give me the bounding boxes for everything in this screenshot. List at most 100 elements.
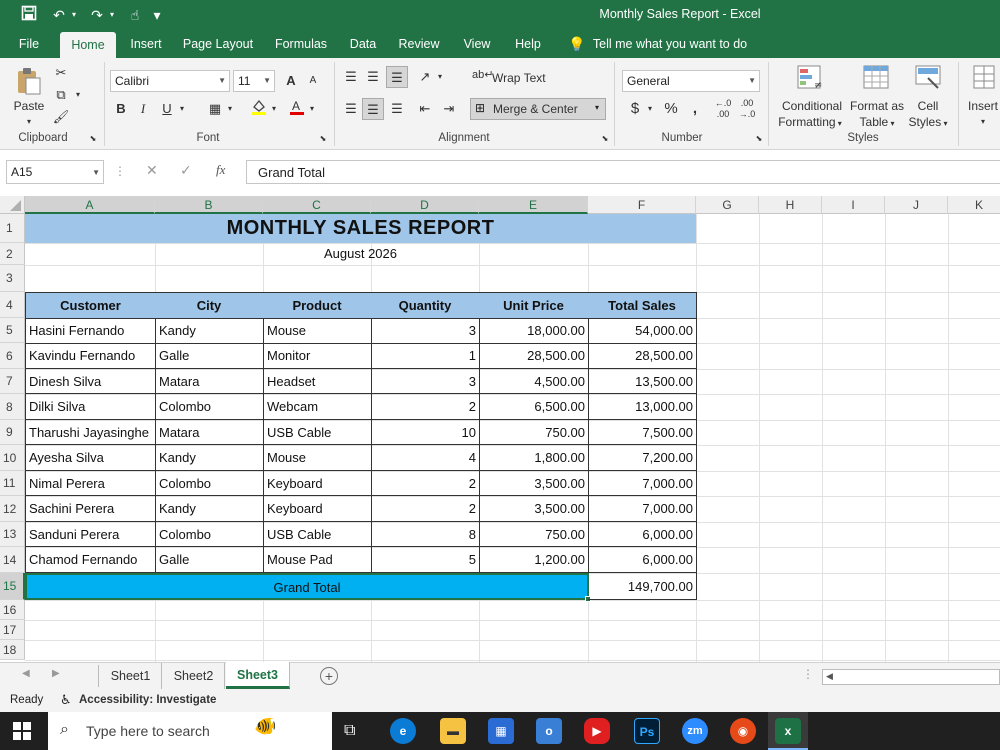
store-icon[interactable]: ▦ <box>488 718 514 744</box>
row-header-9[interactable]: 9 <box>0 420 25 445</box>
tab-formulas[interactable]: Formulas <box>270 30 332 58</box>
windows-start-icon[interactable] <box>13 722 33 742</box>
cell-city[interactable]: Matara <box>155 369 263 394</box>
cell-customer[interactable]: Dilki Silva <box>25 394 155 420</box>
row-header-13[interactable]: 13 <box>0 522 25 547</box>
insert-cells-icon[interactable] <box>972 64 996 92</box>
align-bottom-icon[interactable]: ☰ <box>386 66 408 88</box>
number-format-select[interactable]: General ▼ <box>622 70 760 92</box>
font-name-select[interactable]: Calibri ▼ <box>110 70 230 92</box>
file-explorer-icon[interactable]: ▬ <box>440 718 466 744</box>
task-view-icon[interactable]: ⧉ <box>344 722 355 740</box>
formula-input[interactable]: Grand Total <box>246 160 1000 184</box>
undo-icon[interactable]: ↶ <box>48 5 70 25</box>
cell-total-sales[interactable]: 54,000.00 <box>588 318 697 344</box>
fill-color-dropdown-icon[interactable]: ▾ <box>268 98 280 120</box>
column-header-e[interactable]: E <box>479 196 588 214</box>
grand-total-value[interactable]: 149,700.00 <box>588 573 697 600</box>
column-header-d[interactable]: D <box>371 196 479 214</box>
format-painter-icon[interactable]: 🖌 <box>50 106 72 128</box>
cell-customer[interactable]: Tharushi Jayasinghe <box>25 420 155 445</box>
grow-font-button[interactable]: A <box>280 70 302 92</box>
insert-cells-dropdown-icon[interactable]: ▾ <box>976 114 990 130</box>
cell-quantity[interactable]: 2 <box>371 471 479 496</box>
paste-button[interactable]: Paste <box>8 98 50 114</box>
column-header-c[interactable]: C <box>263 196 371 214</box>
cell-city[interactable]: Kandy <box>155 445 263 471</box>
cell-city[interactable]: Kandy <box>155 318 263 344</box>
cell-customer[interactable]: Chamod Fernando <box>25 547 155 573</box>
cell-total-sales[interactable]: 13,500.00 <box>588 369 697 394</box>
chrome-icon[interactable]: ◉ <box>730 718 756 744</box>
column-header-a[interactable]: A <box>25 196 155 214</box>
column-header-f[interactable]: F <box>588 196 696 214</box>
cell-product[interactable]: Webcam <box>263 394 371 420</box>
row-header-17[interactable]: 17 <box>0 620 25 640</box>
wrap-text-button[interactable]: Wrap Text <box>492 70 552 86</box>
row-header-16[interactable]: 16 <box>0 600 25 620</box>
cell-styles-button-line1[interactable]: Cell <box>906 98 950 114</box>
row-header-7[interactable]: 7 <box>0 369 25 394</box>
cell-product[interactable]: Headset <box>263 369 371 394</box>
row-header-12[interactable]: 12 <box>0 496 25 522</box>
cell-city[interactable]: Colombo <box>155 394 263 420</box>
format-as-table-button-line2[interactable]: Table ▾ <box>848 114 906 132</box>
font-size-select[interactable]: 11 ▼ <box>233 70 275 92</box>
tab-review[interactable]: Review <box>394 30 444 58</box>
cell-unit-price[interactable]: 750.00 <box>479 522 588 547</box>
conditional-formatting-button-line2[interactable]: Formatting ▾ <box>772 114 848 132</box>
cell-quantity[interactable]: 3 <box>371 369 479 394</box>
format-as-table-icon[interactable] <box>862 64 892 92</box>
dialog-launcher-icon[interactable]: ⬊ <box>86 132 100 146</box>
row-header-14[interactable]: 14 <box>0 547 25 573</box>
cell-unit-price[interactable]: 28,500.00 <box>479 343 588 369</box>
report-subtitle[interactable]: August 2026 <box>25 243 696 265</box>
report-title[interactable]: MONTHLY SALES REPORT <box>25 214 696 243</box>
cell-customer[interactable]: Sachini Perera <box>25 496 155 522</box>
touch-mode-icon[interactable]: ☝ <box>124 5 146 25</box>
row-header-2[interactable]: 2 <box>0 243 25 265</box>
borders-icon[interactable]: ▦ <box>204 98 226 120</box>
cell-city[interactable]: Colombo <box>155 471 263 496</box>
cell-quantity[interactable]: 10 <box>371 420 479 445</box>
row-header-15[interactable]: 15 <box>0 573 25 600</box>
header-customer[interactable]: Customer <box>25 292 156 319</box>
accessibility-status[interactable]: Accessibility: Investigate <box>79 694 216 706</box>
column-header-i[interactable]: I <box>822 196 885 214</box>
redo-dropdown-icon[interactable]: ▾ <box>106 5 118 25</box>
shrink-font-button[interactable]: A <box>302 70 324 92</box>
cell-total-sales[interactable]: 6,000.00 <box>588 547 697 573</box>
tab-splitter-icon[interactable]: ⋮ <box>802 667 814 681</box>
grand-total-label[interactable]: Grand Total <box>25 573 589 600</box>
decrease-decimal-icon[interactable]: .00 →.0 <box>736 98 758 120</box>
tab-data[interactable]: Data <box>344 30 382 58</box>
cell-customer[interactable]: Nimal Perera <box>25 471 155 496</box>
enter-icon[interactable]: ✓ <box>180 162 192 179</box>
excel-taskbar-button[interactable]: x <box>768 712 808 750</box>
cell-product[interactable]: USB Cable <box>263 522 371 547</box>
align-center-icon[interactable]: ☰ <box>362 98 384 120</box>
customize-toolbar-icon[interactable]: ▾ <box>150 5 164 25</box>
borders-dropdown-icon[interactable]: ▾ <box>224 98 236 120</box>
header-unit-price[interactable]: Unit Price <box>479 292 589 319</box>
cell-unit-price[interactable]: 1,800.00 <box>479 445 588 471</box>
align-top-icon[interactable]: ☰ <box>340 66 362 88</box>
cell-unit-price[interactable]: 4,500.00 <box>479 369 588 394</box>
cell-total-sales[interactable]: 7,200.00 <box>588 445 697 471</box>
scroll-tabs-left-icon[interactable]: ◀ <box>22 668 30 679</box>
cell-quantity[interactable]: 5 <box>371 547 479 573</box>
cell-city[interactable]: Kandy <box>155 496 263 522</box>
cell-product[interactable]: Keyboard <box>263 496 371 522</box>
column-header-g[interactable]: G <box>696 196 759 214</box>
cell-total-sales[interactable]: 7,000.00 <box>588 496 697 522</box>
cell-product[interactable]: Monitor <box>263 343 371 369</box>
row-header-11[interactable]: 11 <box>0 471 25 496</box>
cell-unit-price[interactable]: 3,500.00 <box>479 496 588 522</box>
column-header-b[interactable]: B <box>155 196 263 214</box>
cell-unit-price[interactable]: 3,500.00 <box>479 471 588 496</box>
row-header-6[interactable]: 6 <box>0 343 25 369</box>
cell-unit-price[interactable]: 6,500.00 <box>479 394 588 420</box>
paste-dropdown-icon[interactable]: ▾ <box>22 114 36 130</box>
fill-color-icon[interactable] <box>248 98 270 120</box>
row-header-5[interactable]: 5 <box>0 318 25 343</box>
